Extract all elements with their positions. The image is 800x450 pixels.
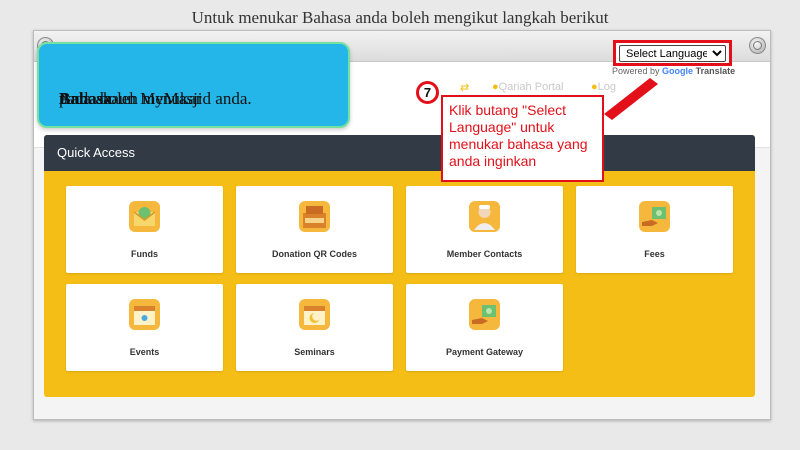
annotation-arrow bbox=[604, 78, 658, 120]
instruction-note: Klik butang "Select Language" untuk menu… bbox=[441, 95, 604, 182]
instruction-text: Klik butang "Select Language" untuk menu… bbox=[449, 102, 588, 169]
